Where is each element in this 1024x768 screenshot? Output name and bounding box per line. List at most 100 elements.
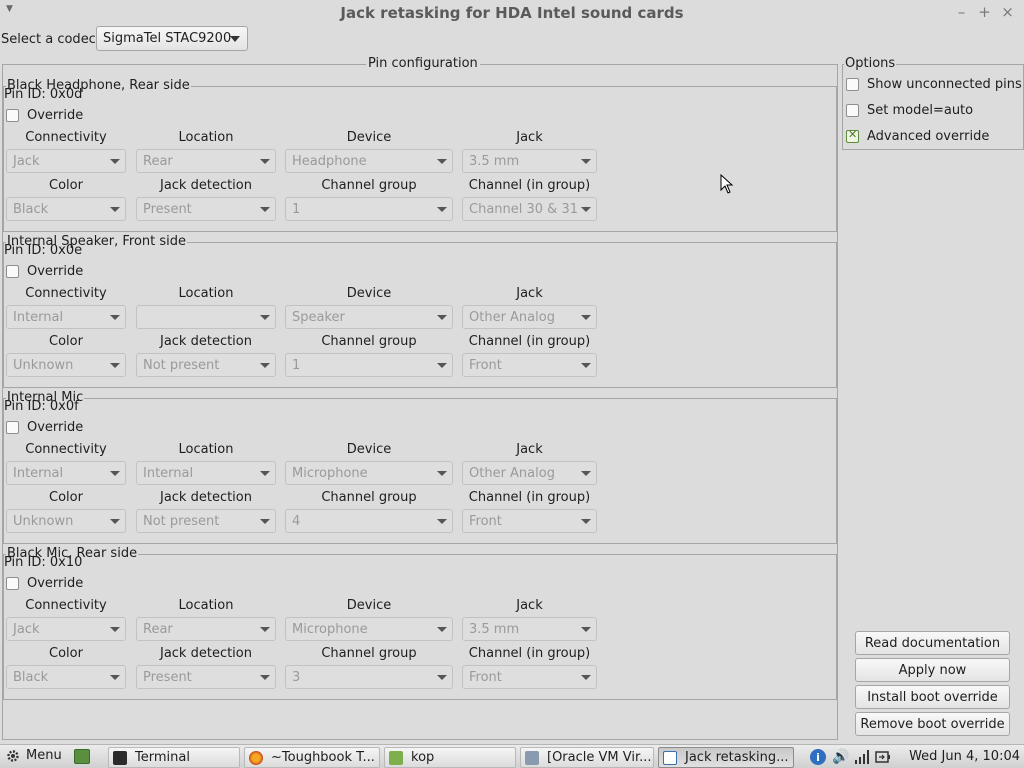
dropdown-arrow-icon: [260, 363, 270, 368]
apply-now-button[interactable]: Apply now: [855, 658, 1010, 682]
dropdown-arrow-icon: [260, 315, 270, 320]
jack-select[interactable]: Other Analog: [462, 305, 597, 329]
set-model-auto-checkbox[interactable]: [846, 104, 859, 117]
taskbar-item-label: Terminal: [135, 750, 190, 765]
device-select[interactable]: Microphone: [285, 617, 453, 641]
window-icon: [663, 750, 677, 765]
channel-in-group-select[interactable]: Front: [462, 665, 597, 689]
taskbar-item-toughbook[interactable]: ~Toughbook T...: [244, 747, 380, 768]
info-shield-icon[interactable]: i: [810, 749, 826, 765]
override-checkbox[interactable]: [6, 109, 19, 122]
column-header-channel-group: Channel group: [321, 490, 417, 505]
override-option[interactable]: Override: [6, 576, 83, 591]
dropdown-arrow-icon: [260, 159, 270, 164]
override-option[interactable]: Override: [6, 420, 83, 435]
taskbar-item-label: ~Toughbook T...: [271, 750, 375, 765]
minimize-icon[interactable]: –: [955, 3, 968, 21]
color-select[interactable]: Unknown: [6, 509, 126, 533]
show-unconnected-label: Show unconnected pins: [867, 77, 1022, 92]
taskbar-item-label: [Oracle VM Vir...: [547, 750, 652, 765]
color-select[interactable]: Unknown: [6, 353, 126, 377]
jack-detection-select[interactable]: Present: [136, 665, 276, 689]
dropdown-arrow-icon: [110, 627, 120, 632]
codec-row: Select a codec:: [0, 26, 100, 52]
device-select[interactable]: Headphone: [285, 149, 453, 173]
dropdown-arrow-icon: [581, 627, 591, 632]
column-header-location: Location: [178, 442, 234, 457]
advanced-override-option[interactable]: Advanced override: [846, 128, 989, 144]
column-header-channel-in-group: Channel (in group): [468, 490, 591, 505]
column-header-jack-detection: Jack detection: [159, 334, 252, 349]
channel-group-select[interactable]: 1: [285, 353, 453, 377]
channel-group-select[interactable]: 1: [285, 197, 453, 221]
connectivity-select[interactable]: Internal: [6, 461, 126, 485]
taskbar-item-virtualbox[interactable]: [Oracle VM Vir...: [520, 747, 654, 768]
taskbar-item-kop[interactable]: kop: [384, 747, 516, 768]
color-value: Black: [13, 669, 49, 685]
color-select[interactable]: Black: [6, 665, 126, 689]
volume-icon[interactable]: 🔊: [832, 749, 849, 765]
jack-detection-select[interactable]: Present: [136, 197, 276, 221]
channel-in-group-select[interactable]: Front: [462, 509, 597, 533]
advanced-override-checkbox[interactable]: [846, 128, 859, 143]
network-signal-icon[interactable]: [855, 750, 870, 764]
show-desktop-icon[interactable]: [74, 749, 90, 764]
jack-value: 3.5 mm: [469, 153, 520, 169]
location-select[interactable]: Rear: [136, 617, 276, 641]
channel-group-select[interactable]: 4: [285, 509, 453, 533]
override-checkbox[interactable]: [6, 577, 19, 590]
device-value: Microphone: [292, 621, 368, 637]
override-checkbox[interactable]: [6, 421, 19, 434]
channel-group-select[interactable]: 3: [285, 665, 453, 689]
connectivity-select[interactable]: Jack: [6, 149, 126, 173]
channel-group-value: 4: [292, 513, 301, 529]
override-option[interactable]: Override: [6, 108, 83, 123]
dropdown-arrow-icon: [110, 207, 120, 212]
connectivity-select[interactable]: Internal: [6, 305, 126, 329]
location-value: Rear: [143, 621, 173, 637]
taskbar-item-label: kop: [411, 750, 435, 765]
color-value: Unknown: [13, 357, 74, 373]
terminal-icon: [113, 750, 127, 765]
color-select[interactable]: Black: [6, 197, 126, 221]
channel-in-group-select[interactable]: Channel 30 & 31: [462, 197, 597, 221]
set-model-auto-option[interactable]: Set model=auto: [846, 103, 973, 118]
dropdown-arrow-icon: [581, 315, 591, 320]
connectivity-select[interactable]: Jack: [6, 617, 126, 641]
location-select[interactable]: [136, 305, 276, 329]
clock[interactable]: Wed Jun 4, 10:04: [909, 749, 1020, 764]
override-option[interactable]: Override: [6, 264, 83, 279]
dropdown-arrow-icon: [260, 675, 270, 680]
maximize-icon[interactable]: +: [978, 3, 991, 21]
taskbar-item-terminal[interactable]: Terminal: [108, 747, 240, 768]
device-select[interactable]: Speaker: [285, 305, 453, 329]
column-header-location: Location: [178, 598, 234, 613]
codec-select[interactable]: SigmaTel STAC9200: [96, 26, 248, 51]
options-title: Options: [844, 56, 897, 71]
show-unconnected-checkbox[interactable]: [846, 78, 859, 91]
channel-in-group-select[interactable]: Front: [462, 353, 597, 377]
jack-select[interactable]: 3.5 mm: [462, 149, 597, 173]
column-header-channel-in-group: Channel (in group): [468, 646, 591, 661]
start-menu-button[interactable]: Menu: [6, 748, 62, 763]
dropdown-arrow-icon: [260, 627, 270, 632]
battery-icon[interactable]: [875, 750, 891, 764]
show-unconnected-pins-option[interactable]: Show unconnected pins: [846, 77, 1022, 92]
location-select[interactable]: Rear: [136, 149, 276, 173]
install-boot-override-button[interactable]: Install boot override: [855, 685, 1010, 709]
override-checkbox[interactable]: [6, 265, 19, 278]
dropdown-arrow-icon: [437, 315, 447, 320]
jack-detection-select[interactable]: Not present: [136, 353, 276, 377]
close-icon[interactable]: ×: [1001, 3, 1014, 21]
remove-boot-override-button[interactable]: Remove boot override: [855, 712, 1010, 736]
window-controls: – + ×: [955, 3, 1014, 21]
location-select[interactable]: Internal: [136, 461, 276, 485]
column-header-device: Device: [346, 442, 392, 457]
taskbar-item-jack-retasking[interactable]: Jack retasking...: [658, 747, 794, 768]
device-select[interactable]: Microphone: [285, 461, 453, 485]
read-documentation-button[interactable]: Read documentation: [855, 631, 1010, 655]
jack-select[interactable]: 3.5 mm: [462, 617, 597, 641]
jack-select[interactable]: Other Analog: [462, 461, 597, 485]
folder-icon: [389, 750, 403, 765]
jack-detection-select[interactable]: Not present: [136, 509, 276, 533]
